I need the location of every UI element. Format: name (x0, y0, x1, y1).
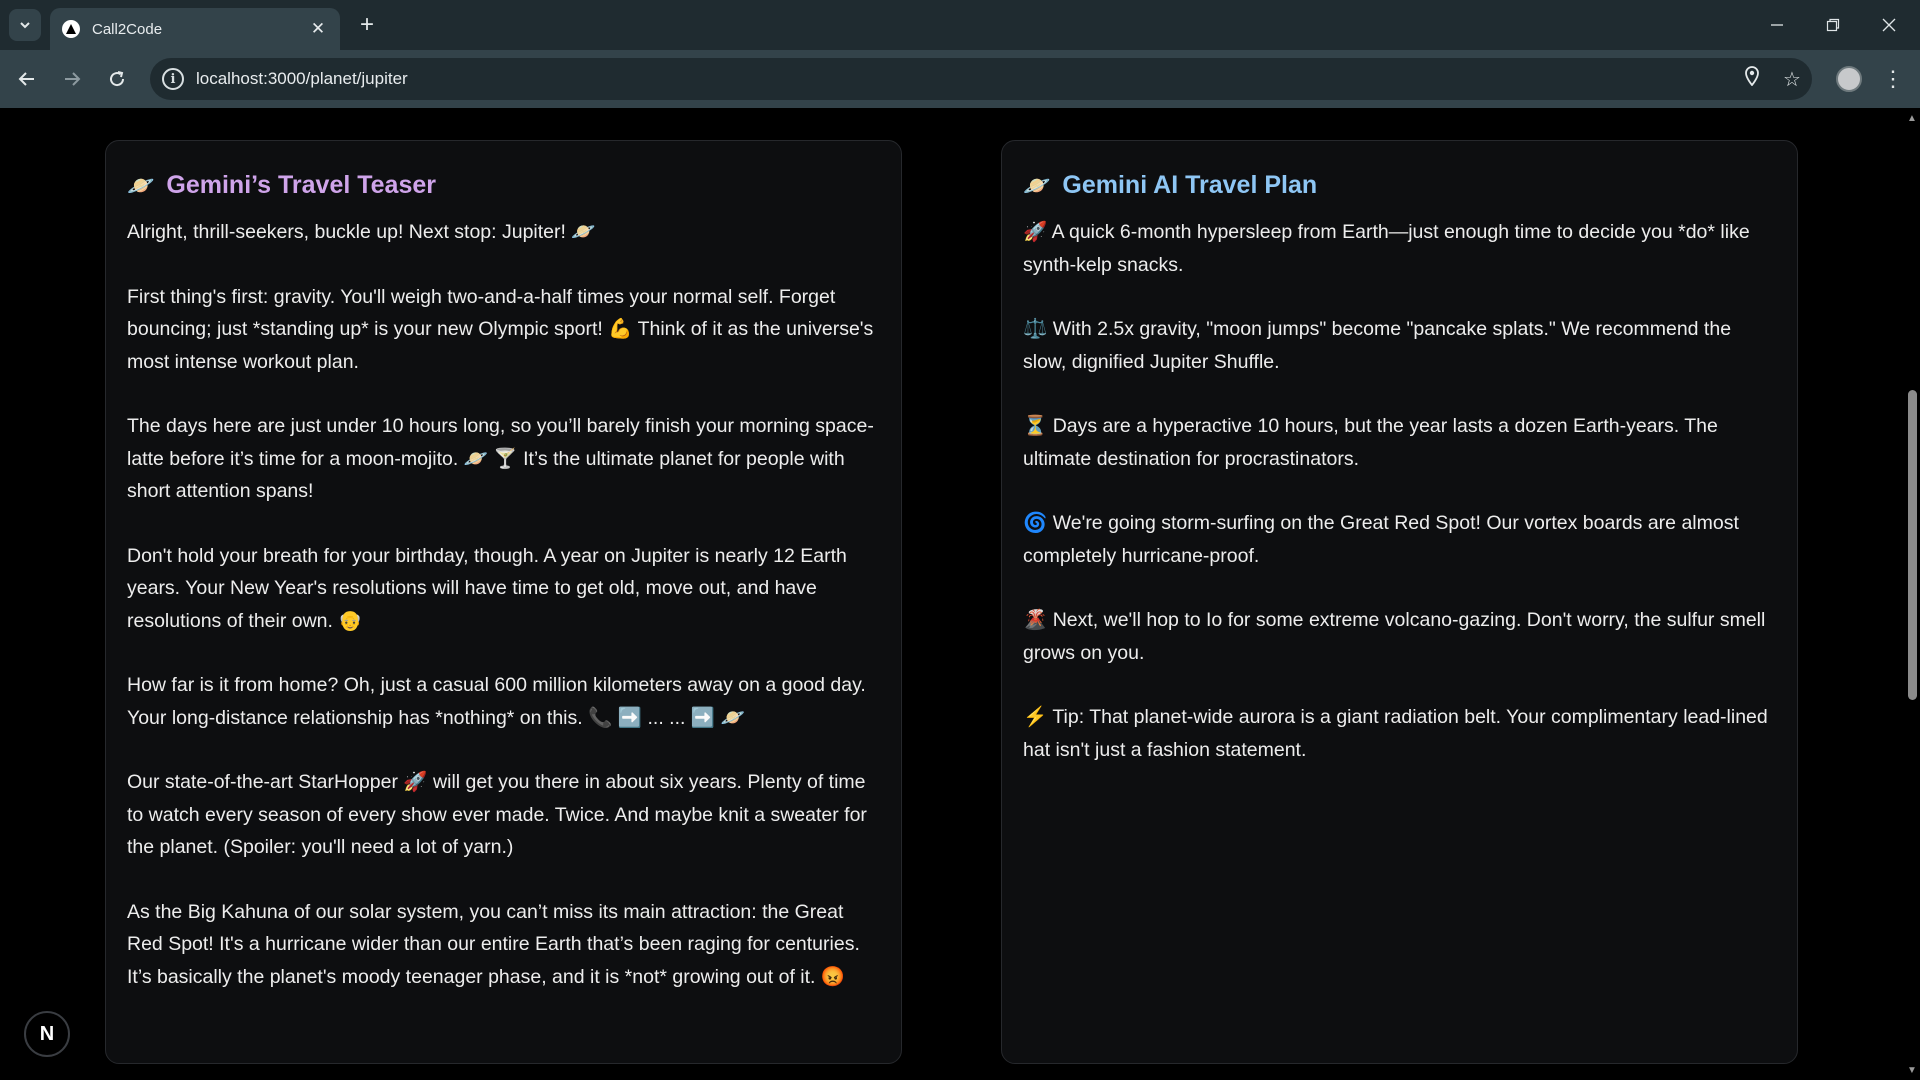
travel-plan-title: 🪐 Gemini AI Travel Plan (1023, 171, 1776, 200)
nextjs-dev-badge[interactable]: N (24, 1011, 70, 1057)
teaser-paragraph: As the Big Kahuna of our solar system, y… (127, 900, 860, 988)
teaser-paragraph: How far is it from home? Oh, just a casu… (127, 674, 866, 729)
forward-arrow-icon (65, 72, 81, 86)
minimize-icon (1771, 24, 1783, 26)
teaser-paragraph: The days here are just under 10 hours lo… (127, 415, 874, 502)
travel-teaser-title-text: Gemini’s Travel Teaser (166, 171, 436, 199)
planet-icon: 🪐 (1023, 172, 1051, 198)
kebab-menu-icon[interactable]: ⋮ (1880, 62, 1906, 96)
location-pin-icon[interactable] (1732, 66, 1772, 92)
browser-toolbar: i localhost:3000/planet/jupiter ☆ ⋮ (0, 50, 1920, 108)
url-text[interactable]: localhost:3000/planet/jupiter (196, 69, 1732, 89)
plan-item: 🌀 We're going storm-surfing on the Great… (1023, 512, 1739, 567)
teaser-paragraph: Alright, thrill-seekers, buckle up! Next… (127, 221, 596, 243)
plan-item: 🚀 A quick 6-month hypersleep from Earth—… (1023, 221, 1750, 276)
minimize-button[interactable] (1750, 0, 1804, 50)
reload-button[interactable] (100, 62, 134, 96)
chevron-down-icon (20, 22, 30, 29)
teaser-paragraph: Don't hold your breath for your birthday… (127, 544, 847, 632)
travel-teaser-title: 🪐 Gemini’s Travel Teaser (127, 171, 880, 200)
back-button[interactable] (10, 62, 44, 96)
teaser-paragraph: Our state-of-the-art StarHopper 🚀 will g… (127, 771, 867, 858)
forward-button[interactable] (55, 62, 89, 96)
page-viewport: 🪐 Gemini’s Travel Teaser Alright, thrill… (0, 108, 1904, 1080)
page-scrollbar[interactable]: ▲ ▼ (1904, 108, 1920, 1080)
triangle-favicon-icon (62, 20, 80, 38)
plan-item: 🌋 Next, we'll hop to Io for some extreme… (1023, 609, 1766, 664)
close-window-button[interactable] (1862, 0, 1916, 50)
info-icon[interactable]: i (162, 68, 184, 90)
star-icon[interactable]: ☆ (1772, 67, 1812, 92)
restore-button[interactable] (1806, 0, 1860, 50)
new-tab-button[interactable]: + (352, 10, 382, 40)
travel-plan-card: 🪐 Gemini AI Travel Plan 🚀 A quick 6-mont… (1001, 140, 1798, 1064)
scrollbar-thumb[interactable] (1908, 390, 1917, 700)
scroll-up-arrow-icon[interactable]: ▲ (1904, 110, 1920, 126)
travel-plan-title-text: Gemini AI Travel Plan (1062, 171, 1318, 199)
planet-icon: 🪐 (127, 172, 155, 198)
scroll-down-arrow-icon[interactable]: ▼ (1904, 1062, 1920, 1078)
tab-title: Call2Code (92, 20, 163, 38)
plan-item: ⚡ Tip: That planet-wide aurora is a gian… (1023, 706, 1768, 761)
tab-search-button[interactable] (9, 9, 41, 41)
address-bar[interactable]: i localhost:3000/planet/jupiter ☆ (150, 58, 1812, 100)
close-tab-icon[interactable]: ✕ (308, 19, 328, 39)
profile-avatar[interactable] (1836, 66, 1862, 92)
restore-icon (1826, 18, 1840, 32)
close-window-icon (1882, 18, 1896, 32)
plan-item: ⚖️ With 2.5x gravity, "moon jumps" becom… (1023, 318, 1732, 373)
teaser-paragraph: First thing's first: gravity. You'll wei… (127, 285, 874, 373)
browser-tab[interactable]: Call2Code ✕ (50, 8, 340, 50)
reload-icon (110, 71, 125, 87)
plan-item: ⏳ Days are a hyperactive 10 hours, but t… (1023, 415, 1718, 470)
back-arrow-icon (18, 72, 34, 86)
travel-teaser-card: 🪐 Gemini’s Travel Teaser Alright, thrill… (105, 140, 902, 1064)
browser-tab-bar: Call2Code ✕ + (0, 0, 1920, 50)
